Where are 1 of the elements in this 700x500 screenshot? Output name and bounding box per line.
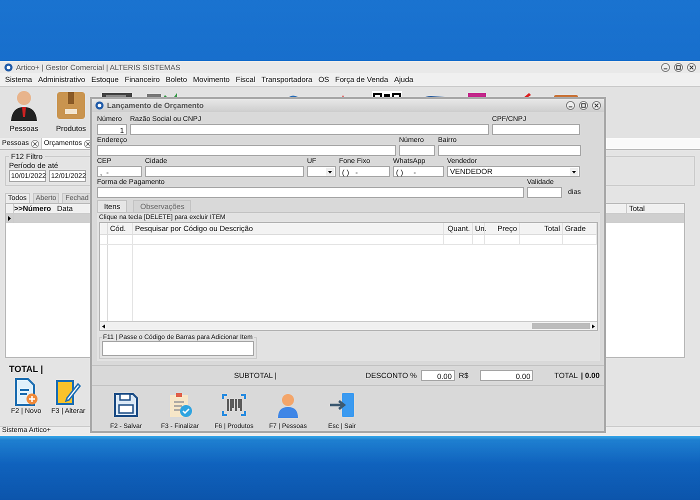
total-label: TOTAL | [9, 364, 44, 374]
